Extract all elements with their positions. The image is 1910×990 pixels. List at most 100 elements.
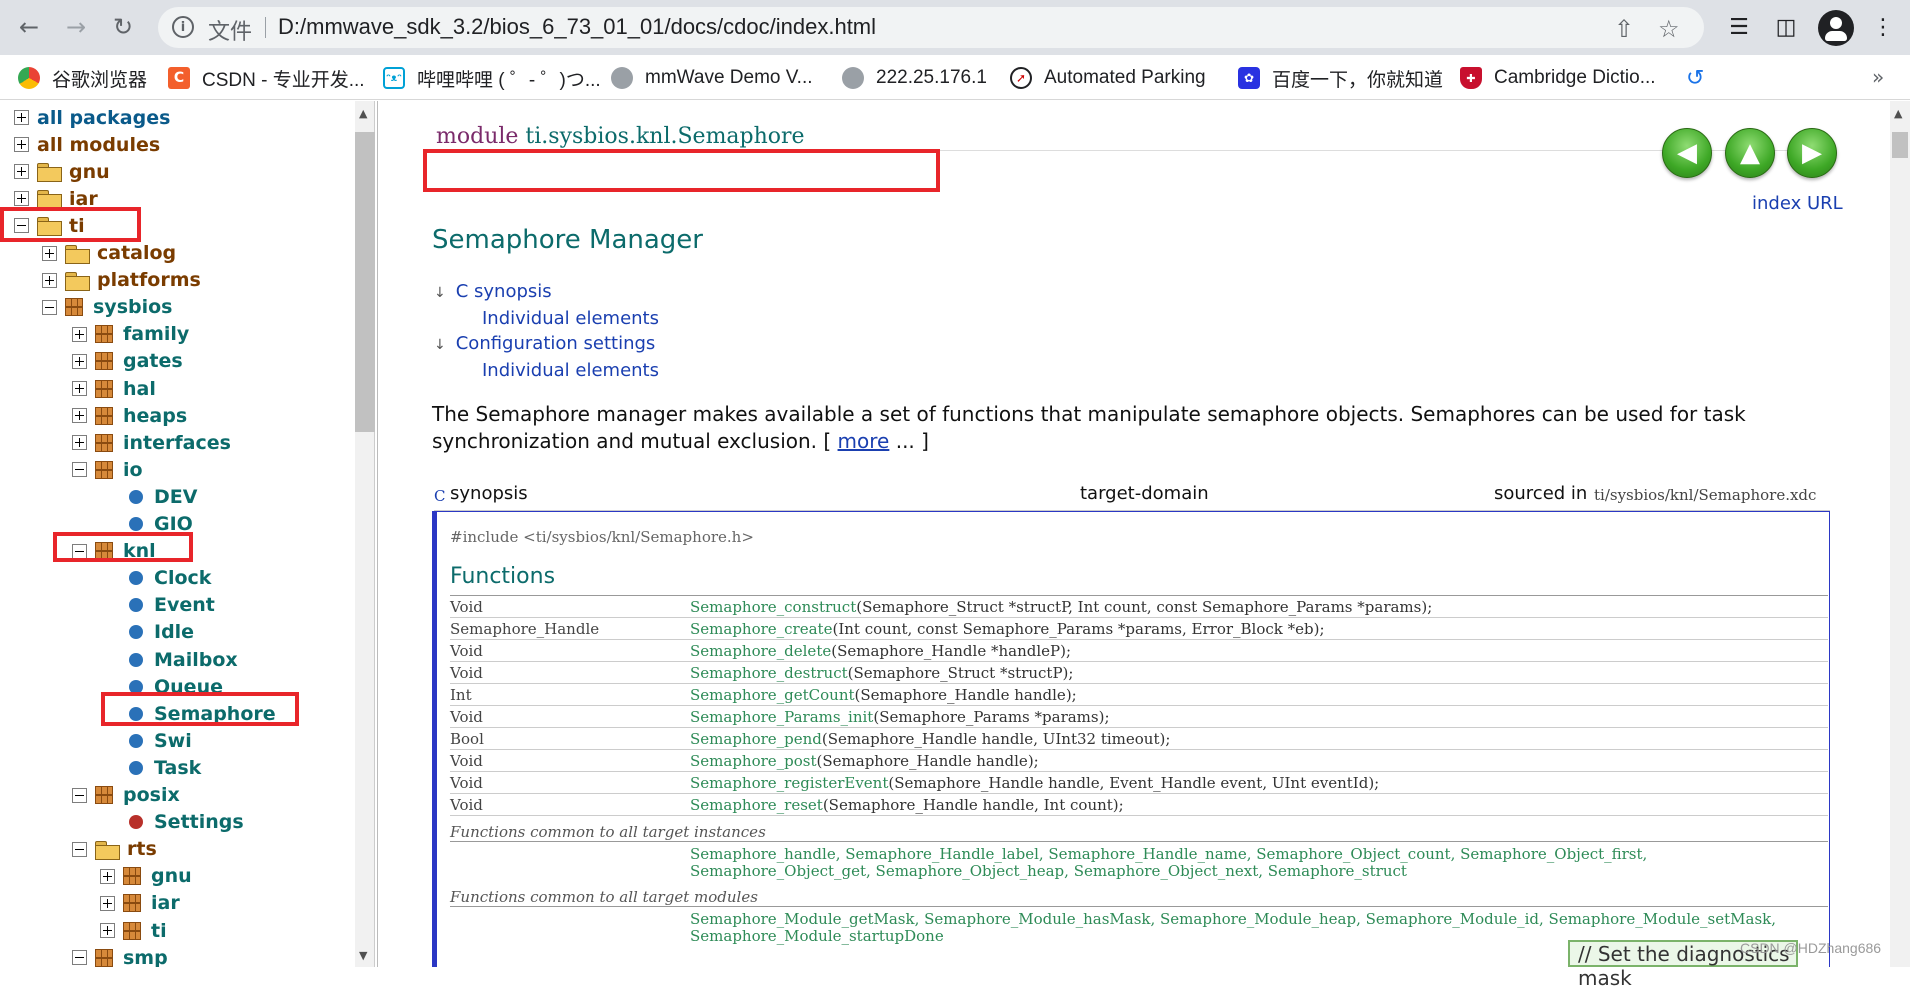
- reload-icon[interactable]: ↻: [106, 10, 140, 44]
- tree-item-smp[interactable]: smp: [72, 945, 168, 967]
- function-name-link[interactable]: Semaphore_construct: [690, 598, 856, 616]
- tree-item-label[interactable]: sysbios: [93, 296, 172, 318]
- tree-scrollbar-thumb[interactable]: [355, 132, 375, 432]
- tree-item-label[interactable]: hal: [123, 378, 156, 400]
- star-icon[interactable]: ☆: [1658, 15, 1680, 43]
- tree-item-label[interactable]: DEV: [154, 486, 197, 508]
- tree-item-label[interactable]: Swi: [154, 730, 192, 752]
- tree-item-label[interactable]: all packages: [37, 107, 170, 129]
- next-arrow-icon[interactable]: ▶: [1787, 128, 1837, 178]
- function-name-link[interactable]: Semaphore_registerEvent: [690, 774, 888, 792]
- tree-item-gates[interactable]: gates: [72, 349, 183, 374]
- function-name-link[interactable]: Semaphore_post: [690, 752, 817, 770]
- scroll-down-icon[interactable]: ▼: [359, 949, 367, 962]
- tree-item-label[interactable]: catalog: [97, 242, 176, 264]
- expand-icon[interactable]: [100, 868, 115, 884]
- expand-icon[interactable]: [14, 191, 29, 207]
- tree-item-gnu[interactable]: gnu: [14, 159, 110, 184]
- tree-item-ti[interactable]: ti: [100, 918, 167, 943]
- toc-item[interactable]: ↓ Configuration settings: [434, 331, 659, 358]
- history-icon[interactable]: ↺: [1686, 64, 1704, 92]
- tree-item-label[interactable]: heaps: [123, 405, 187, 427]
- tree-item-label[interactable]: Idle: [154, 621, 194, 643]
- tree-item-label[interactable]: iar: [151, 892, 180, 914]
- tree-item-label[interactable]: Settings: [154, 811, 244, 833]
- index-url-link[interactable]: index URL: [1752, 193, 1843, 214]
- tree-item-label[interactable]: smp: [123, 947, 168, 967]
- tree-item-label[interactable]: Mailbox: [154, 649, 238, 671]
- tree-item-label[interactable]: platforms: [97, 269, 201, 291]
- function-name-link[interactable]: Semaphore_create: [690, 620, 832, 638]
- bookmark-chrome[interactable]: 谷歌浏览器: [18, 64, 147, 92]
- info-icon[interactable]: i: [172, 16, 194, 38]
- tree-item-label[interactable]: Clock: [154, 567, 211, 589]
- bookmark-csdn[interactable]: C CSDN - 专业开发...: [168, 64, 365, 92]
- tree-item-swi[interactable]: Swi: [129, 728, 192, 753]
- collapse-icon[interactable]: [42, 299, 57, 315]
- scroll-up-icon[interactable]: ▲: [359, 107, 367, 120]
- tree-item-label[interactable]: rts: [127, 838, 157, 860]
- expand-icon[interactable]: [42, 272, 57, 288]
- tree-item-label[interactable]: all modules: [37, 134, 160, 156]
- common-instances-line2[interactable]: Semaphore_Object_get, Semaphore_Object_h…: [690, 863, 1647, 880]
- toc-individual-elements-2[interactable]: Individual elements: [434, 358, 659, 383]
- function-name-link[interactable]: Semaphore_getCount: [690, 686, 855, 704]
- bookmark-cambridge[interactable]: ✚ Cambridge Dictio...: [1460, 64, 1656, 92]
- expand-icon[interactable]: [14, 137, 29, 153]
- side-panel-icon[interactable]: ◫: [1771, 12, 1801, 42]
- expand-icon[interactable]: [72, 381, 87, 396]
- tree-item-label[interactable]: ti: [151, 920, 167, 942]
- tree-item-heaps[interactable]: heaps: [72, 403, 187, 428]
- tree-item-label[interactable]: io: [123, 459, 143, 481]
- function-name-link[interactable]: Semaphore_pend: [690, 730, 822, 748]
- expand-icon[interactable]: [42, 245, 57, 261]
- expand-icon[interactable]: [72, 353, 87, 369]
- tree-item-all-packages[interactable]: all packages: [14, 105, 170, 130]
- forward-arrow-icon[interactable]: →: [59, 10, 93, 44]
- toc-c-synopsis[interactable]: C synopsis: [456, 281, 552, 302]
- tree-item-dev[interactable]: DEV: [129, 484, 197, 509]
- prev-arrow-icon[interactable]: ◀: [1662, 128, 1712, 178]
- function-name-link[interactable]: Semaphore_destruct: [690, 664, 848, 682]
- address-bar[interactable]: i 文件 D:/mmwave_sdk_3.2/bios_6_73_01_01/d…: [158, 7, 1704, 48]
- tree-item-family[interactable]: family: [72, 322, 189, 347]
- toc-individual-elements[interactable]: Individual elements: [434, 306, 659, 331]
- menu-dots-icon[interactable]: ⋮: [1868, 12, 1898, 42]
- tree-item-label[interactable]: interfaces: [123, 432, 231, 454]
- up-arrow-icon[interactable]: ▲: [1725, 128, 1775, 178]
- expand-icon[interactable]: [72, 326, 87, 342]
- tree-item-rts[interactable]: rts: [72, 837, 157, 862]
- share-icon[interactable]: ⇧: [1614, 15, 1634, 43]
- tree-item-all-modules[interactable]: all modules: [14, 132, 160, 157]
- tree-item-mailbox[interactable]: Mailbox: [129, 647, 238, 672]
- collapse-icon[interactable]: [72, 841, 87, 857]
- collapse-icon[interactable]: [72, 462, 87, 478]
- tree-item-event[interactable]: Event: [129, 593, 215, 618]
- tree-item-settings[interactable]: Settings: [129, 810, 244, 835]
- tree-item-interfaces[interactable]: interfaces: [72, 430, 231, 455]
- url-text[interactable]: D:/mmwave_sdk_3.2/bios_6_73_01_01/docs/c…: [278, 14, 876, 40]
- expand-icon[interactable]: [14, 110, 29, 125]
- back-arrow-icon[interactable]: ←: [12, 10, 46, 44]
- tree-item-clock[interactable]: Clock: [129, 566, 211, 591]
- collapse-icon[interactable]: [72, 787, 87, 803]
- tree-item-platforms[interactable]: platforms: [42, 268, 201, 293]
- tree-item-catalog[interactable]: catalog: [42, 241, 176, 266]
- tree-item-posix[interactable]: posix: [72, 783, 180, 808]
- common-modules-line1[interactable]: Semaphore_Module_getMask, Semaphore_Modu…: [690, 911, 1776, 928]
- bookmark-mmwave[interactable]: mmWave Demo V...: [611, 64, 813, 92]
- tree-item-task[interactable]: Task: [129, 755, 201, 780]
- common-instances-line1[interactable]: Semaphore_handle, Semaphore_Handle_label…: [690, 846, 1647, 863]
- expand-icon[interactable]: [100, 923, 115, 938]
- page-scrollbar-thumb[interactable]: [1892, 132, 1908, 158]
- tree-item-idle[interactable]: Idle: [129, 620, 194, 645]
- tree-item-label[interactable]: gates: [123, 350, 183, 372]
- toc-configuration-settings[interactable]: Configuration settings: [456, 333, 656, 354]
- scroll-up-icon[interactable]: ▲: [1894, 107, 1902, 120]
- function-name-link[interactable]: Semaphore_reset: [690, 796, 823, 814]
- frame-divider[interactable]: [377, 101, 384, 967]
- expand-icon[interactable]: [72, 435, 87, 451]
- expand-icon[interactable]: [100, 895, 115, 911]
- collapse-icon[interactable]: [72, 950, 87, 966]
- tree-item-label[interactable]: gnu: [69, 161, 110, 183]
